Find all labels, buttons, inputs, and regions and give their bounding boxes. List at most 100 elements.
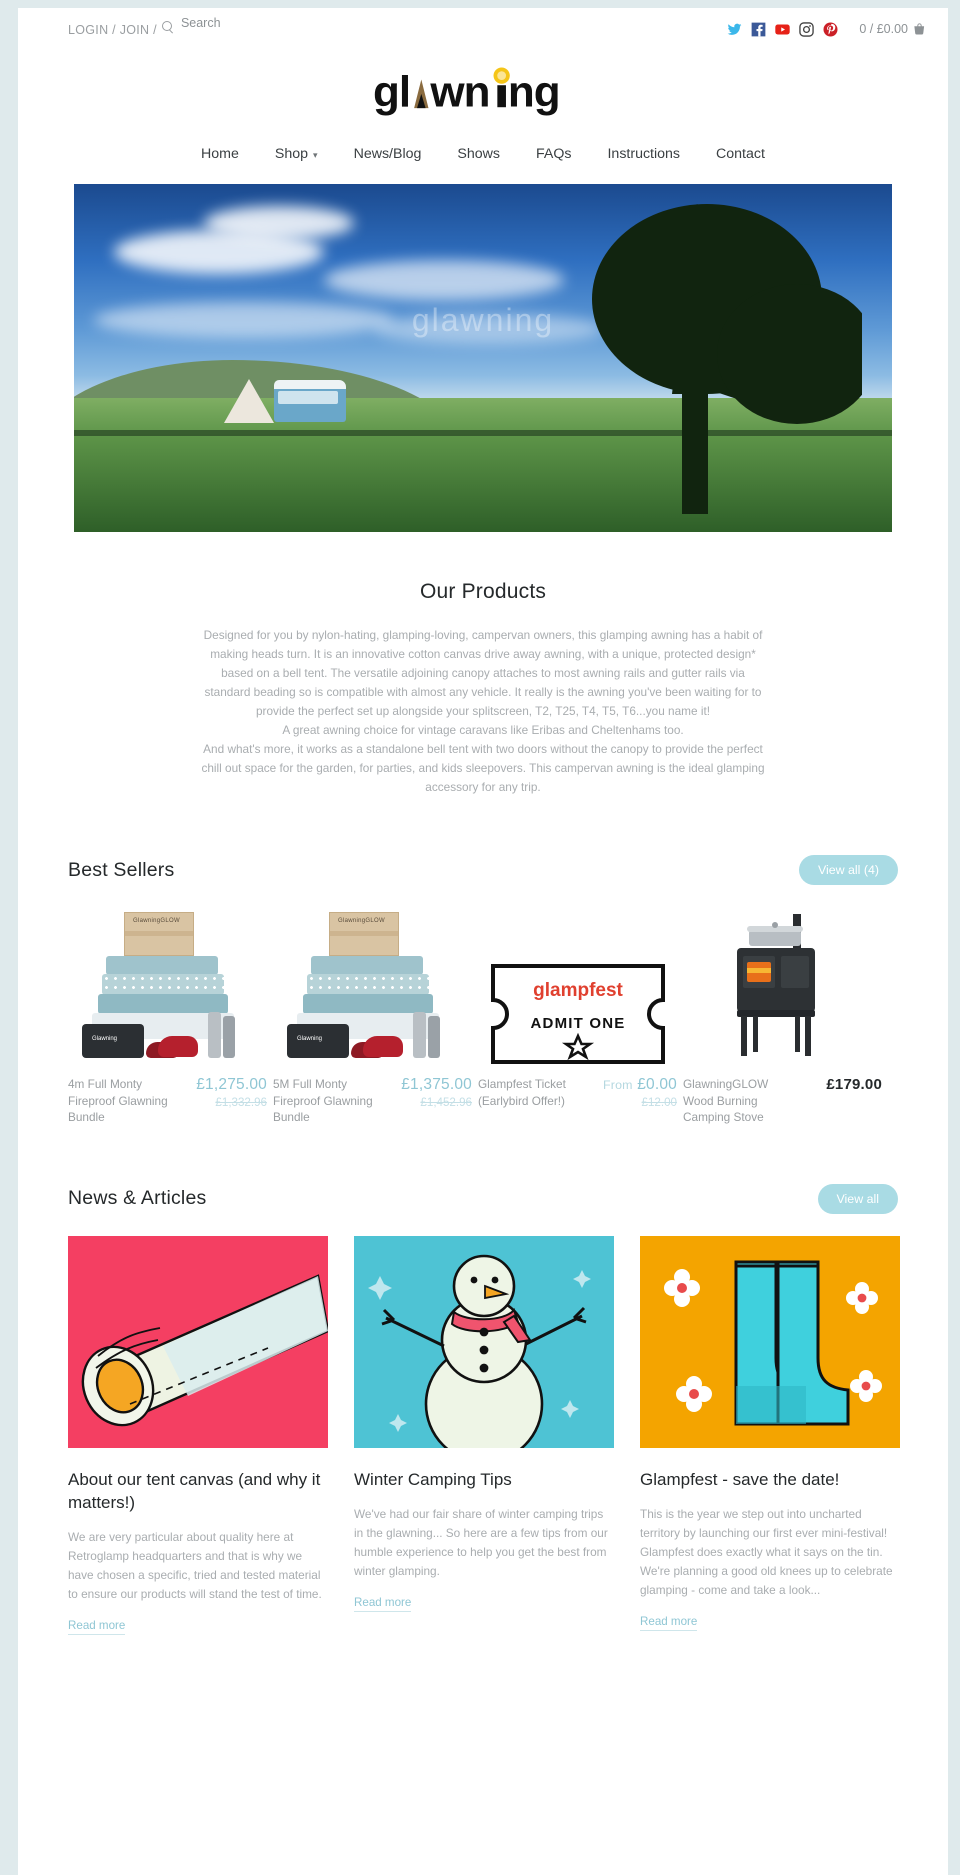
article-excerpt: We are very particular about quality her…	[68, 1529, 322, 1601]
product-meta: GlawningGLOW Wood Burning Camping Stove …	[683, 1076, 882, 1126]
search-icon[interactable]	[161, 21, 175, 34]
view-all-products-button[interactable]: View all (4)	[798, 855, 898, 885]
section-title: Best Sellers	[68, 858, 175, 881]
stove-leg-shape	[752, 1016, 758, 1052]
shoe-shape	[158, 1036, 198, 1057]
product-image[interactable]	[683, 907, 882, 1062]
article-title[interactable]: Glampfest - save the date!	[640, 1468, 900, 1491]
article-image[interactable]	[68, 1235, 328, 1448]
login-join-link[interactable]: LOGIN / JOIN /	[68, 23, 157, 37]
wood-stove-illustration	[736, 914, 815, 1056]
product-card[interactable]: GlawningGLOW Glawning	[68, 907, 273, 1126]
products-paragraph: And what's more, it works as a standalon…	[201, 742, 765, 794]
folded-canvas-shape	[303, 994, 433, 1014]
cloud-shape	[204, 206, 354, 240]
product-meta: 5M Full Monty Fireproof Glawning Bundle …	[273, 1076, 472, 1126]
article-title[interactable]: About our tent canvas (and why it matter…	[68, 1468, 328, 1514]
flask-shape	[428, 1016, 440, 1058]
box-label: GlawningGLOW	[338, 918, 385, 924]
cloud-shape	[324, 260, 564, 300]
article-title[interactable]: Winter Camping Tips	[354, 1468, 614, 1491]
nav-label: Home	[201, 146, 239, 162]
product-image[interactable]: GlawningGLOW Glawning	[273, 907, 472, 1062]
folded-canvas-shape	[106, 956, 218, 975]
product-compare-price: £1,332.96	[215, 1096, 267, 1109]
product-card[interactable]: GlawningGLOW Glawning	[273, 907, 478, 1126]
pot-shape	[748, 930, 801, 946]
pinterest-icon[interactable]	[823, 22, 838, 37]
article-excerpt: We've had our fair share of winter campi…	[354, 1506, 608, 1578]
article-image[interactable]	[640, 1235, 900, 1448]
product-image[interactable]: GlawningGLOW Glawning	[68, 907, 267, 1062]
twitter-icon[interactable]	[727, 22, 742, 37]
nav-item-shop[interactable]: Shop ▾	[257, 140, 336, 168]
site-shell: LOGIN / JOIN / Search 0 / £0.00 gl wn ng…	[18, 8, 948, 1875]
product-card[interactable]: GlawningGLOW Wood Burning Camping Stove …	[683, 907, 888, 1126]
product-title[interactable]: 5M Full Monty Fireproof Glawning Bundle	[273, 1076, 378, 1126]
cardboard-box-shape: GlawningGLOW	[124, 912, 194, 956]
cart-summary[interactable]: 0 / £0.00	[859, 22, 926, 36]
box-tape-shape	[330, 931, 398, 936]
product-pricing: £1,375.00 £1,452.96	[401, 1076, 472, 1126]
tree-silhouette-icon	[592, 204, 862, 514]
utility-bar-right: 0 / £0.00	[727, 21, 926, 37]
nav-item-home[interactable]: Home	[183, 140, 257, 168]
best-sellers-section: Best Sellers View all (4) GlawningGLOW G…	[18, 797, 948, 1126]
folded-canvas-shape	[311, 956, 423, 975]
basket-icon	[914, 23, 925, 35]
product-title[interactable]: 4m Full Monty Fireproof Glawning Bundle	[68, 1076, 173, 1126]
nav-item-news-blog[interactable]: News/Blog	[336, 140, 440, 168]
shoe-shape	[363, 1036, 403, 1057]
flame-shape	[746, 968, 771, 973]
utility-bar: LOGIN / JOIN / Search 0 / £0.00	[18, 8, 948, 50]
product-pricing: From £0.00 £12.00	[603, 1076, 677, 1109]
svg-text:wn: wn	[429, 67, 489, 116]
products-paragraph: A great awning choice for vintage carava…	[282, 723, 684, 737]
instagram-icon[interactable]	[799, 21, 815, 37]
utility-bar-left: LOGIN / JOIN /	[68, 15, 331, 37]
view-all-news-button[interactable]: View all	[817, 1183, 898, 1214]
hero-banner[interactable]: glawning	[74, 184, 892, 532]
logo-band: gl wn ng	[18, 50, 948, 130]
article-card[interactable]: About our tent canvas (and why it matter…	[68, 1235, 328, 1635]
nav-item-contact[interactable]: Contact	[698, 140, 783, 168]
svg-text:ADMIT ONE: ADMIT ONE	[530, 1015, 625, 1032]
article-card[interactable]: Glampfest - save the date! This is the y…	[640, 1235, 900, 1635]
product-image[interactable]: glampfest ADMIT ONE	[478, 907, 677, 1064]
read-more-link[interactable]: Read more	[68, 1619, 126, 1635]
article-image[interactable]	[354, 1235, 614, 1448]
main-navigation: Home Shop ▾ News/Blog Shows FAQs Instruc…	[18, 130, 948, 184]
stove-leg-shape	[794, 1016, 800, 1052]
article-card[interactable]: Winter Camping Tips We've had our fair s…	[354, 1235, 614, 1635]
nav-item-instructions[interactable]: Instructions	[589, 140, 698, 168]
nav-item-shows[interactable]: Shows	[439, 140, 518, 168]
price-amount: £0.00	[637, 1076, 677, 1093]
product-compare-price: £12.00	[641, 1096, 677, 1109]
article-excerpt: This is the year we step out into unchar…	[640, 1506, 893, 1597]
facebook-icon[interactable]	[751, 22, 766, 37]
svg-text:gl: gl	[373, 67, 410, 116]
read-more-link[interactable]: Read more	[354, 1596, 412, 1612]
nav-item-faqs[interactable]: FAQs	[518, 140, 589, 168]
products-description: Designed for you by nylon-hating, glampi…	[200, 626, 766, 797]
search-form[interactable]	[161, 15, 331, 35]
site-logo[interactable]: gl wn ng	[373, 64, 593, 116]
best-sellers-header: Best Sellers View all (4)	[68, 855, 898, 885]
news-header: News & Articles View all	[68, 1183, 898, 1214]
spotted-fabric-shape	[307, 974, 429, 995]
stove-leg-shape	[740, 1016, 747, 1056]
youtube-icon[interactable]	[775, 22, 791, 37]
nav-label: Shows	[457, 146, 500, 162]
product-price: From £0.00	[603, 1076, 677, 1094]
price-prefix: From	[602, 1078, 633, 1092]
read-more-link[interactable]: Read more	[640, 1615, 698, 1631]
search-input[interactable]	[180, 15, 331, 30]
product-title[interactable]: GlawningGLOW Wood Burning Camping Stove	[683, 1076, 788, 1126]
nav-label: Contact	[716, 146, 765, 162]
product-title[interactable]: Glampfest Ticket (Earlybird Offer!)	[478, 1076, 583, 1109]
ticket-word: glampfest	[533, 980, 623, 1001]
carry-bag-shape: Glawning	[287, 1024, 349, 1058]
product-card[interactable]: glampfest ADMIT ONE Glampfest Ticket (Ea…	[478, 907, 683, 1126]
product-pricing: £179.00	[826, 1076, 882, 1126]
bag-label: Glawning	[297, 1036, 323, 1042]
